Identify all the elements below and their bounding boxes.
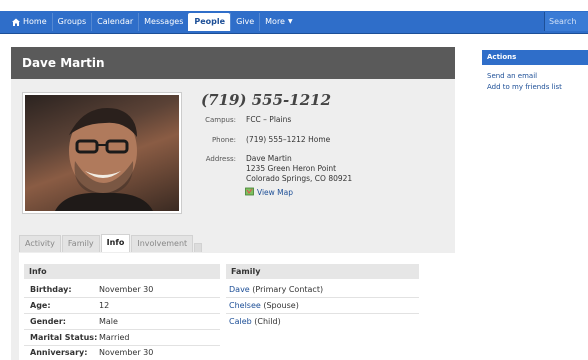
row-divider: [24, 297, 220, 298]
age-label: Age:: [30, 301, 51, 310]
tab-family[interactable]: Family: [61, 235, 100, 252]
birthday-value: November 30: [99, 285, 154, 294]
row-divider: [226, 313, 419, 314]
address-line-1: Dave Martin: [246, 154, 292, 163]
main-nav: Home Groups Calendar Messages People Giv…: [7, 13, 298, 31]
family-heading: Family: [226, 264, 419, 279]
family-member-role: (Spouse): [263, 301, 299, 310]
actions-heading: Actions: [482, 50, 588, 65]
page-title: Dave Martin: [22, 56, 105, 70]
nav-calendar[interactable]: Calendar: [91, 13, 138, 31]
gender-label: Gender:: [30, 317, 66, 326]
row-divider: [24, 329, 220, 330]
address-label: Address:: [205, 155, 236, 163]
tab-activity[interactable]: Activity: [19, 235, 61, 252]
address-line-2: 1235 Green Heron Point: [246, 164, 337, 173]
profile-photo: [22, 92, 182, 214]
row-divider: [24, 345, 220, 346]
anniversary-label: Anniversary:: [30, 348, 88, 357]
marital-status-label: Marital Status:: [30, 333, 98, 342]
tab-add-icon[interactable]: [194, 243, 203, 252]
nav-messages-label: Messages: [144, 17, 184, 26]
nav-people-label: People: [194, 17, 226, 26]
family-member-link[interactable]: Dave: [229, 285, 250, 294]
family-member: Chelsee (Spouse): [229, 301, 299, 310]
nav-give-label: Give: [236, 17, 255, 26]
marital-status-value: Married: [99, 333, 130, 342]
primary-phone: (719) 555-1212: [201, 91, 332, 109]
avatar: [25, 95, 179, 211]
campus-value: FCC – Plains: [246, 115, 292, 124]
family-member: Caleb (Child): [229, 317, 281, 326]
nav-calendar-label: Calendar: [97, 17, 134, 26]
home-icon: [12, 18, 20, 26]
nav-people[interactable]: People: [188, 13, 231, 31]
family-member-link[interactable]: Chelsee: [229, 301, 261, 310]
nav-groups-label: Groups: [57, 17, 87, 26]
profile-tabs: Activity Family Info Involvement: [19, 234, 203, 252]
row-divider: [226, 297, 419, 298]
address-line-3: Colorado Springs, CO 80921: [246, 174, 353, 183]
family-member: Dave (Primary Contact): [229, 285, 323, 294]
nav-messages[interactable]: Messages: [138, 13, 188, 31]
age-value: 12: [99, 301, 110, 310]
tab-involvement[interactable]: Involvement: [131, 235, 194, 252]
nav-more[interactable]: More ▼: [259, 13, 297, 31]
info-heading: Info: [24, 264, 220, 279]
nav-home[interactable]: Home: [7, 13, 52, 31]
family-member-link[interactable]: Caleb: [229, 317, 252, 326]
phone-label: Phone:: [211, 136, 236, 144]
search-input[interactable]: Search: [544, 12, 588, 31]
view-map-link[interactable]: View Map: [245, 187, 293, 198]
add-friend-link[interactable]: Add to my friends list: [487, 83, 562, 91]
nav-give[interactable]: Give: [230, 13, 259, 31]
chevron-down-icon: ▼: [287, 18, 293, 25]
birthday-label: Birthday:: [30, 285, 72, 294]
campus-label: Campus:: [205, 116, 236, 124]
tab-info[interactable]: Info: [100, 234, 131, 252]
family-member-role: (Primary Contact): [252, 285, 324, 294]
view-map-label: View Map: [257, 188, 294, 197]
nav-more-label: More: [265, 17, 285, 26]
row-divider: [24, 313, 220, 314]
map-icon: [245, 187, 254, 198]
anniversary-value: November 30: [99, 348, 154, 357]
gender-value: Male: [99, 317, 118, 326]
nav-groups[interactable]: Groups: [51, 13, 92, 31]
send-email-link[interactable]: Send an email: [487, 72, 537, 80]
profile-header: Dave Martin: [11, 47, 455, 79]
phone-value: (719) 555–1212 Home: [246, 135, 331, 144]
family-member-role: (Child): [254, 317, 281, 326]
nav-home-label: Home: [23, 17, 47, 26]
